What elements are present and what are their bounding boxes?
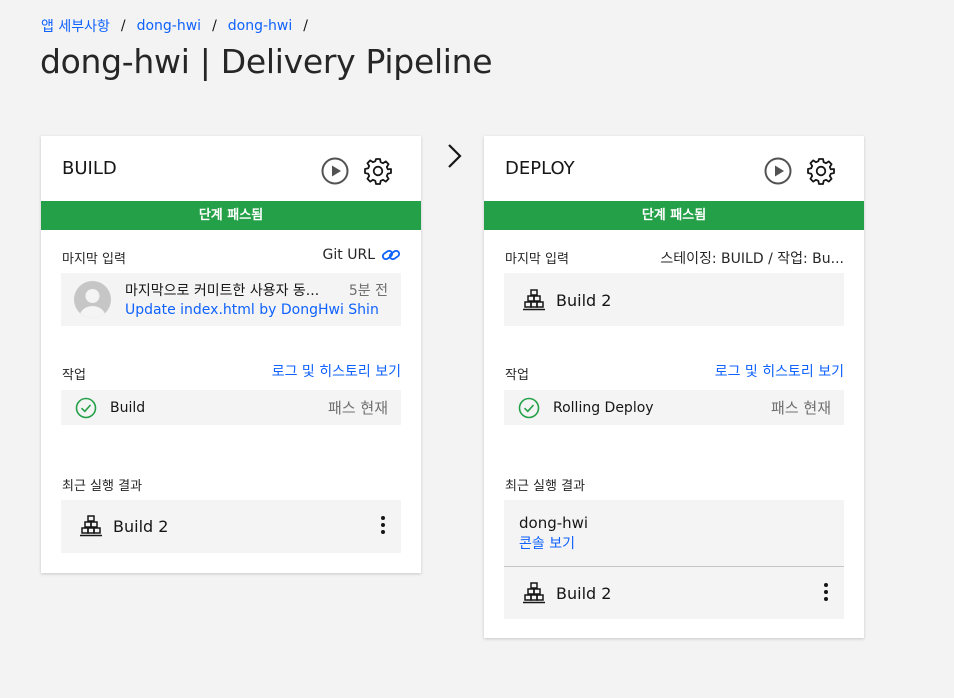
last-input-section: 마지막 입력 스테이징: BUILD / 작업: Bu... Build 2 <box>484 230 864 345</box>
recent-results-section: 최근 실행 결과 Build 2 <box>41 460 421 573</box>
commit-link[interactable]: Update index.html by DongHwi Shin <box>125 302 379 318</box>
build-name: Build 2 <box>556 291 612 310</box>
stage-settings-gear-icon[interactable] <box>806 156 836 186</box>
job-name: Rolling Deploy <box>553 400 654 416</box>
job-name: Build <box>110 400 146 416</box>
app-tile: dong-hwi 콘솔 보기 <box>504 500 844 566</box>
view-logs-history-link[interactable]: 로그 및 히스토리 보기 <box>715 361 844 381</box>
jobs-section: 작업 로그 및 히스토리 보기 Rolling Deploy 패스 현재 <box>484 345 864 460</box>
stage-title: DEPLOY <box>505 158 575 179</box>
job-row[interactable]: Rolling Deploy 패스 현재 <box>504 390 844 425</box>
stage-header: DEPLOY <box>484 136 864 201</box>
chevron-right-icon <box>448 144 462 168</box>
jobs-label: 작업 <box>505 368 529 383</box>
check-circle-icon <box>518 397 540 419</box>
breadcrumb-app-details[interactable]: 앱 세부사항 <box>41 16 110 36</box>
jobs-label: 작업 <box>62 368 86 383</box>
overflow-menu-icon[interactable] <box>822 583 830 605</box>
run-stage-play-icon[interactable] <box>763 156 793 186</box>
breadcrumb-separator: / <box>120 18 126 34</box>
build-name: Build 2 <box>113 517 169 536</box>
breadcrumb-separator: / <box>303 18 308 34</box>
job-status: 패스 현재 <box>771 399 831 417</box>
last-input-label: 마지막 입력 <box>505 252 569 267</box>
input-build-tile[interactable]: Build 2 <box>504 273 844 326</box>
build-result-tile[interactable]: Build 2 <box>61 500 401 553</box>
stage-title: BUILD <box>62 158 117 179</box>
job-row[interactable]: Build 패스 현재 <box>61 390 401 425</box>
link-icon <box>381 249 401 261</box>
build-blocks-icon <box>80 515 102 537</box>
build-result-tile[interactable]: Build 2 <box>504 566 844 619</box>
commit-time: 5분 전 <box>348 283 388 299</box>
build-stage-card: BUILD 단계 패스됨 마지막 입력 Git URL 마지막으로 커미트한 사… <box>41 136 421 573</box>
check-circle-icon <box>75 397 97 419</box>
git-url-link[interactable]: Git URL <box>323 247 401 263</box>
commit-tile: 마지막으로 커미트한 사용자 동... 5분 전 Update index.ht… <box>61 273 401 326</box>
build-blocks-icon <box>523 289 545 311</box>
commit-message: 마지막으로 커미트한 사용자 동... <box>125 283 320 299</box>
stage-header: BUILD <box>41 136 421 201</box>
breadcrumb-toolchain[interactable]: dong-hwi <box>228 18 292 34</box>
breadcrumb: 앱 세부사항 / dong-hwi / dong-hwi / <box>41 16 319 36</box>
view-logs-history-link[interactable]: 로그 및 히스토리 보기 <box>272 361 401 381</box>
last-input-label: 마지막 입력 <box>62 252 126 267</box>
build-blocks-icon <box>523 582 545 604</box>
stage-status-bar: 단계 패스됨 <box>484 201 864 230</box>
avatar <box>74 281 111 318</box>
stage-settings-gear-icon[interactable] <box>363 156 393 186</box>
page-title: dong-hwi | Delivery Pipeline <box>40 42 493 81</box>
jobs-section: 작업 로그 및 히스토리 보기 Build 패스 현재 <box>41 345 421 460</box>
stage-status-bar: 단계 패스됨 <box>41 201 421 230</box>
input-source: 스테이징: BUILD / 작업: Bu... <box>660 251 844 267</box>
breadcrumb-app[interactable]: dong-hwi <box>137 18 201 34</box>
overflow-menu-icon[interactable] <box>379 516 387 538</box>
recent-results-label: 최근 실행 결과 <box>505 479 586 494</box>
run-stage-play-icon[interactable] <box>320 156 350 186</box>
last-input-section: 마지막 입력 Git URL 마지막으로 커미트한 사용자 동... 5분 전 … <box>41 230 421 345</box>
view-console-link[interactable]: 콘솔 보기 <box>519 533 575 553</box>
recent-results-section: 최근 실행 결과 dong-hwi 콘솔 보기 Build 2 <box>484 460 864 638</box>
job-status: 패스 현재 <box>328 399 388 417</box>
recent-results-label: 최근 실행 결과 <box>62 479 143 494</box>
build-name: Build 2 <box>556 584 612 603</box>
breadcrumb-separator: / <box>212 18 217 34</box>
deploy-stage-card: DEPLOY 단계 패스됨 마지막 입력 스테이징: BUILD / 작업: B… <box>484 136 864 638</box>
app-name: dong-hwi <box>519 514 589 532</box>
git-url-label: Git URL <box>322 247 375 263</box>
